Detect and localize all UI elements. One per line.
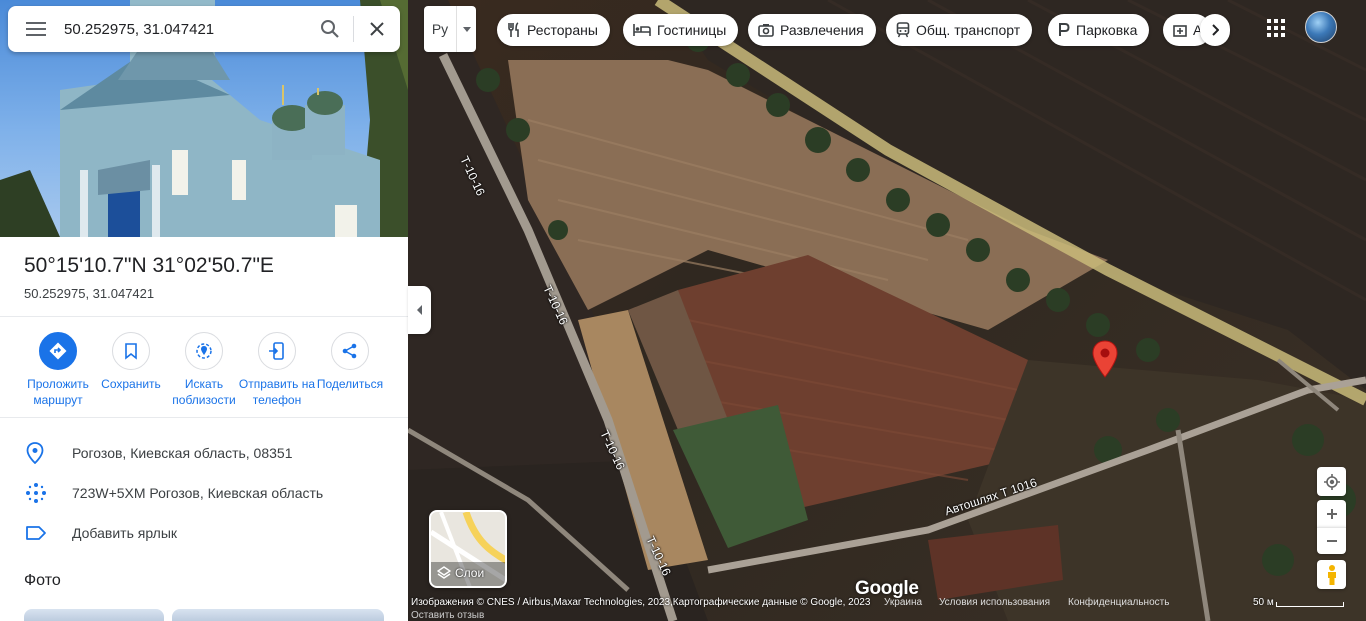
search-input[interactable]	[64, 9, 307, 49]
menu-button[interactable]	[8, 6, 64, 52]
clear-button[interactable]	[354, 6, 400, 52]
zoom-in-button[interactable]	[1317, 500, 1346, 527]
chip-label: Парковка	[1076, 22, 1138, 38]
layers-icon	[437, 566, 451, 579]
place-decimal-coords: 50.252975, 31.047421	[24, 286, 155, 301]
chip-label: Развлечения	[780, 22, 864, 38]
close-icon	[370, 22, 384, 36]
hamburger-icon	[26, 22, 46, 36]
street-view-button[interactable]	[1317, 560, 1346, 589]
share-label: Поделиться	[316, 377, 384, 391]
send-to-phone-icon	[269, 342, 284, 360]
send-to-phone-button[interactable]: Отправить на телефон	[237, 332, 317, 408]
my-location-button[interactable]	[1317, 467, 1346, 496]
divider	[0, 417, 408, 418]
address-row[interactable]: Рогозов, Киевская область, 08351	[0, 433, 408, 473]
language-dropdown[interactable]	[456, 6, 476, 52]
camera-icon	[758, 24, 774, 37]
chevron-left-icon	[416, 305, 422, 315]
save-button[interactable]: Сохранить	[91, 332, 171, 392]
directions-label: Проложить маршрут	[27, 377, 89, 407]
chip-transit[interactable]: Общ. транспорт	[886, 14, 1033, 46]
chip-label: Гостиницы	[657, 22, 727, 38]
nearby-icon	[196, 343, 212, 359]
scale-bar	[1276, 602, 1344, 607]
apps-grid-icon	[1267, 19, 1285, 37]
photo-thumbnail[interactable]	[172, 609, 384, 621]
chip-parking[interactable]: Парковка	[1048, 14, 1150, 46]
nearby-button[interactable]: Искать поблизости	[164, 332, 244, 408]
address-text: Рогозов, Киевская область, 08351	[72, 445, 293, 461]
divider	[0, 316, 408, 317]
search-button[interactable]	[307, 6, 353, 52]
feedback-link[interactable]: Оставить отзыв	[411, 610, 484, 621]
save-label: Сохранить	[101, 377, 161, 391]
nearby-label: Искать поблизости	[172, 377, 236, 407]
layers-label-wrap: Слои	[437, 566, 484, 580]
minus-icon	[1326, 540, 1337, 542]
action-bar: Проложить маршрут Сохранить Искать побли…	[18, 332, 398, 412]
add-label-text: Добавить ярлык	[72, 525, 178, 541]
restaurant-icon	[508, 22, 519, 37]
layers-button[interactable]: Слои	[429, 510, 507, 588]
chip-hotels[interactable]: Гостиницы	[623, 14, 739, 46]
scale-label[interactable]: 50 м	[1253, 597, 1274, 608]
parking-icon	[1059, 23, 1070, 36]
chip-restaurants[interactable]: Рестораны	[497, 14, 610, 46]
language-value: Ру	[431, 21, 449, 37]
google-apps-button[interactable]	[1258, 10, 1294, 46]
share-icon	[342, 343, 357, 359]
hotel-icon	[633, 24, 651, 36]
transit-icon	[896, 22, 910, 38]
collapse-panel-button[interactable]	[408, 286, 431, 334]
footer-country-link[interactable]: Украина	[884, 597, 922, 608]
plus-code-row[interactable]: 723W+5XM Рогозов, Киевская область	[0, 473, 408, 513]
search-icon	[321, 20, 339, 38]
avatar[interactable]	[1305, 11, 1337, 43]
zoom-out-button[interactable]	[1317, 527, 1346, 554]
footer-terms-link[interactable]: Условия использования	[939, 597, 1050, 608]
layers-label: Слои	[455, 566, 485, 580]
add-label-row[interactable]: Добавить ярлык	[0, 513, 408, 553]
my-location-icon	[1323, 473, 1340, 490]
plus-code-text: 723W+5XM Рогозов, Киевская область	[72, 485, 324, 501]
location-pin-icon	[26, 442, 44, 464]
directions-button[interactable]: Проложить маршрут	[18, 332, 98, 408]
chip-label: Рестораны	[527, 22, 598, 38]
satellite-map[interactable]: Т-10-16 Т-10-16 Т-10-16 Т-10-16 Автошлях…	[408, 0, 1366, 621]
plus-icon	[1326, 508, 1337, 519]
share-button[interactable]: Поделиться	[310, 332, 390, 392]
chips-next-button[interactable]	[1200, 14, 1230, 46]
chevron-down-icon	[462, 26, 471, 32]
map-attribution: Изображения © CNES / Airbus,Maxar Techno…	[411, 597, 871, 608]
language-selector[interactable]: Ру	[424, 6, 476, 52]
location-pin-icon[interactable]	[1092, 340, 1118, 378]
chevron-right-icon	[1212, 24, 1219, 36]
place-panel: 50°15'10.7"N 31°02'50.7"E 50.252975, 31.…	[0, 0, 408, 621]
send-to-phone-label: Отправить на телефон	[238, 377, 316, 407]
place-title: 50°15'10.7"N 31°02'50.7"E	[24, 254, 274, 277]
chip-entertainment[interactable]: Развлечения	[748, 14, 876, 46]
pegman-icon	[1327, 564, 1336, 585]
plus-code-icon	[26, 483, 46, 503]
photos-heading: Фото	[24, 572, 61, 589]
search-box	[8, 6, 400, 52]
pharmacy-icon	[1173, 25, 1187, 37]
bookmark-icon	[125, 343, 137, 360]
chip-label: Общ. транспорт	[916, 22, 1021, 38]
label-icon	[26, 526, 46, 540]
footer-privacy-link[interactable]: Конфиденциальность	[1068, 597, 1169, 608]
photo-thumbnail[interactable]	[24, 609, 164, 621]
directions-icon	[49, 342, 67, 360]
